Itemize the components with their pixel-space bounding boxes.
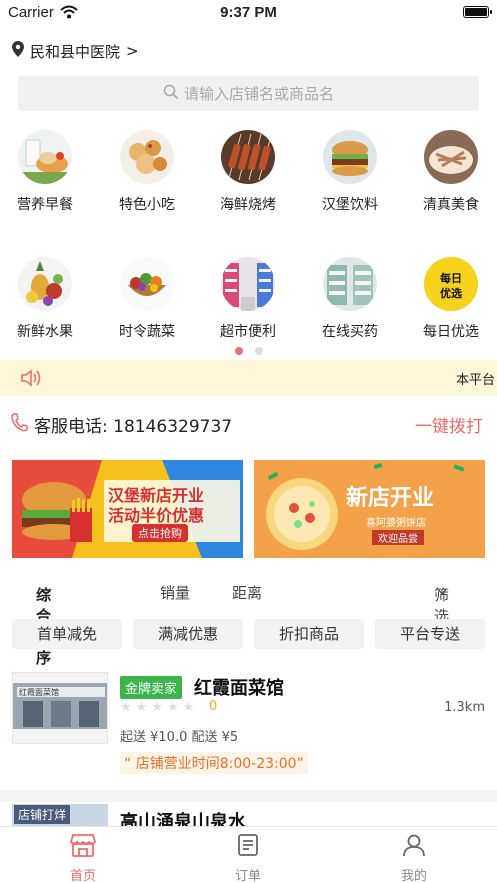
promo-banner-burger[interactable]: 汉堡新店开业 活动半价优惠 点击抢购 [12,460,243,558]
filter-chips: 首单减免 满减优惠 折扣商品 平台专送 [0,619,497,649]
search-icon [163,84,179,104]
svg-text:优选: 优选 [440,286,462,300]
sort-bar: 综合排序 销量 距离 筛选 [0,580,497,667]
category-item[interactable]: 营养早餐 [5,130,85,214]
tab-orders[interactable]: 订单 [208,833,288,883]
order-list-icon [238,834,258,856]
banner-title-line2: 活动半价优惠 [108,506,205,525]
vegetable-icon [120,257,174,311]
category-item[interactable]: 在线买药 [310,257,390,341]
location-selector[interactable]: 民和县中医院 > [12,40,139,62]
category-label: 汉堡饮料 [322,197,378,213]
search-input[interactable]: 请输入店铺名或商品名 [18,76,479,111]
shop-hours: “ 店铺营业时间8:00-23:00” [120,752,308,774]
banner-cta-button[interactable]: 欢迎品尝 [372,530,424,545]
sort-comprehensive[interactable]: 综合排序 [36,582,52,667]
category-label: 时令蔬菜 [119,324,175,340]
category-label: 超市便利 [220,324,276,340]
svg-text:每日: 每日 [440,271,462,285]
supermarket-icon [221,257,275,311]
shop-fees: 起送 ¥10.0 配送 ¥5 [120,730,239,745]
search-placeholder: 请输入店铺名或商品名 [183,85,334,103]
chip-full-reduction[interactable]: 满减优惠 [133,619,243,649]
status-bar: Carrier 9:37 PM [0,0,497,26]
filter-button[interactable]: 筛选 [434,582,449,625]
banner-subtitle: 喜阿婆粥饼店 [366,518,426,529]
halal-food-icon [424,130,478,184]
clock: 9:37 PM [220,4,277,21]
location-pin-icon [12,41,24,61]
fruit-icon [18,257,72,311]
location-name: 民和县中医院 [30,42,121,61]
tab-orders-label: 订单 [234,869,261,883]
divider [0,790,497,802]
bbq-icon [221,130,275,184]
category-item[interactable]: 海鲜烧烤 [208,130,288,214]
notice-text: 本平台 [455,373,495,388]
tab-profile-label: 我的 [400,869,427,883]
category-label: 营养早餐 [17,197,73,213]
one-tap-call-button[interactable]: 一键拨打 [415,412,483,437]
shop-name: 红霞面菜馆 [194,678,284,699]
tab-home-label: 首页 [69,869,96,883]
chip-discount-goods[interactable]: 折扣商品 [254,619,364,649]
rating-value: 0 [209,699,218,714]
shop-sign-text: 红霞面菜馆 [19,688,59,697]
banner-cta-button[interactable]: 点击抢购 [132,524,188,542]
category-item[interactable]: 清真美食 [411,130,491,214]
shop-thumbnail: 红霞面菜馆 [12,672,108,744]
sort-sales[interactable]: 销量 [160,582,190,603]
category-label: 海鲜烧烤 [220,197,276,213]
star-rating-icon: ★★★★★ [120,700,199,715]
category-label: 新鲜水果 [17,324,73,340]
category-item[interactable]: 时令蔬菜 [107,257,187,341]
carousel-indicator [0,347,497,355]
tab-profile[interactable]: 我的 [374,833,454,883]
battery-icon [463,6,492,18]
burger-icon [323,130,377,184]
breakfast-icon [18,130,72,184]
category-item[interactable]: 汉堡饮料 [310,130,390,214]
location-arrow-icon: > [126,42,139,60]
chip-platform-delivery[interactable]: 平台专送 [375,619,485,649]
customer-service-row: 客服电话: 18146329737 一键拨打 [0,408,497,438]
bottom-tab-bar: 首页 订单 我的 [0,826,497,883]
category-label: 特色小吃 [119,197,175,213]
notice-bar[interactable]: 本平台 [0,360,497,396]
category-label: 清真美食 [423,197,479,213]
shop-card[interactable]: 店铺打烊 高山涌泉山泉水 [0,802,497,833]
shop-card[interactable]: 红霞面菜馆 金牌卖家 红霞面菜馆 ★★★★★ 0 1.3km 起送 ¥10.0 … [0,670,497,780]
category-item[interactable]: 每日 优选 每日优选 [411,257,491,341]
speaker-icon [20,368,44,392]
chip-first-order-discount[interactable]: 首单减免 [12,619,122,649]
tab-home[interactable]: 首页 [43,833,123,883]
shop-closed-tag: 店铺打烊 [14,805,71,824]
sort-distance[interactable]: 距离 [232,582,262,603]
banner-title: 新店开业 [346,486,435,511]
category-item[interactable]: 新鲜水果 [5,257,85,341]
pharmacy-icon [323,257,377,311]
home-shop-icon [69,834,97,857]
daily-select-icon: 每日 优选 [424,257,478,311]
gold-seller-badge: 金牌卖家 [120,676,183,699]
promo-banner-new-store[interactable]: 新店开业 喜阿婆粥饼店 欢迎品尝 [254,460,485,558]
carousel-dot[interactable] [254,347,263,355]
profile-icon [403,834,425,857]
snacks-icon [120,130,174,184]
category-item[interactable]: 超市便利 [208,257,288,341]
category-label: 每日优选 [423,324,479,340]
category-item[interactable]: 特色小吃 [107,130,187,214]
phone-icon [10,412,28,436]
category-label: 在线买药 [322,324,378,340]
hotline-label: 客服电话: 18146329737 [34,417,233,437]
carousel-dot-active[interactable] [234,347,243,355]
shop-distance: 1.3km [444,700,485,715]
